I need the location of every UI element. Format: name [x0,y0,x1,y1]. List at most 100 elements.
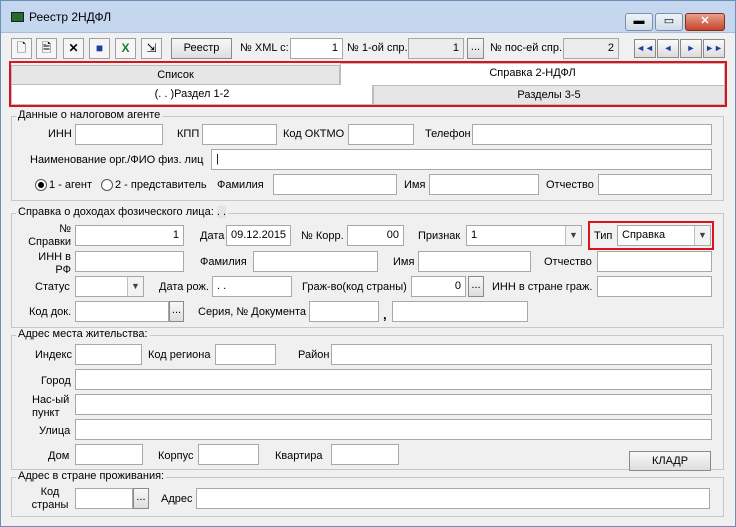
last-record-icon[interactable]: ►► [703,39,725,58]
region-code-label: Код региона [148,349,211,361]
doc-number-input[interactable] [392,301,528,322]
agent-org-name-input[interactable]: | [211,149,712,170]
agent-kpp-label: КПП [177,128,200,140]
citizenship-dots-button[interactable]: ... [468,276,484,297]
doc-code-dots-button[interactable]: ... [169,301,184,322]
doc-series-label: Серия, № Документа [198,306,307,318]
app-icon [11,12,24,22]
flat-label: Квартира [275,450,323,462]
foreign-inn-input[interactable] [597,276,712,297]
person-inn-label: ИНН в РФ [38,251,71,276]
maximize-button[interactable]: ▭ [655,13,683,31]
agent-phone-label: Телефон [425,128,471,140]
next-record-icon[interactable]: ► [680,39,702,58]
correction-label: № Корр. [301,230,344,242]
agent-name-input[interactable] [429,174,539,195]
status-select[interactable]: ▼ [75,276,144,297]
doc-series-input[interactable] [309,301,379,322]
first-record-icon[interactable]: ◄◄ [634,39,656,58]
person-patronymic-label: Отчество [544,256,592,268]
country-code-input[interactable] [75,488,133,509]
person-surname-input[interactable] [253,251,378,272]
person-patronymic-input[interactable] [597,251,712,272]
agent-patronymic-input[interactable] [598,174,712,195]
citizenship-label: Граж-во(код страны) [302,281,407,293]
street-label: Улица [39,425,71,437]
title-bar: Реестр 2НДФЛ ▬ ▭ ✕ [1,1,735,33]
delete-icon[interactable]: ✕ [63,38,84,59]
index-label: Индекс [35,349,72,361]
excel-icon[interactable]: X [115,38,136,59]
export-icon[interactable]: ⇲ [141,38,162,59]
house-input[interactable] [75,444,143,465]
prev-record-icon[interactable]: ◄ [657,39,679,58]
document-icon[interactable]: 🗎 [36,38,57,59]
citizenship-input[interactable]: 0 [411,276,466,297]
xml-label: № XML с: [240,42,289,54]
agent-oktmo-input[interactable] [348,124,414,145]
building-input[interactable] [198,444,259,465]
agent-org-name-label: Наименование орг./ФИО физ. лиц [30,154,204,166]
sign-select-value: 1 [471,229,478,241]
person-inn-input[interactable] [75,251,184,272]
window-title: Реестр 2НДФЛ [29,10,112,24]
representative-radio-label: 2 - представитель [115,179,207,191]
correction-input[interactable]: 00 [347,225,404,246]
close-button[interactable]: ✕ [685,13,725,31]
chevron-down-icon[interactable]: ▼ [565,226,581,245]
district-label: Район [298,349,330,361]
person-name-input[interactable] [418,251,531,272]
foreign-inn-label: ИНН в стране граж. [492,281,593,293]
xml-number-input[interactable]: 1 [290,38,343,59]
region-code-input[interactable] [215,344,276,365]
country-code-label: Код страны [31,486,69,511]
foreign-address-group-title: Адрес в стране проживания: [16,470,167,482]
agent-radio-label: 1 - агент [49,179,93,191]
district-input[interactable] [331,344,712,365]
house-label: Дом [48,450,70,462]
building-label: Корпус [158,450,194,462]
agent-kpp-input[interactable] [202,124,277,145]
representative-radio-button[interactable] [101,179,113,191]
last-spravka-input[interactable]: 2 [563,38,619,59]
doc-code-input[interactable] [75,301,169,322]
agent-group-title: Данные о налоговом агенте [16,109,163,121]
minimize-button[interactable]: ▬ [625,13,653,31]
save-icon[interactable]: ■ [89,38,110,59]
agent-phone-input[interactable] [472,124,712,145]
address-group-title: Адрес места жительства: [16,328,150,340]
new-icon[interactable]: 🗋 [11,38,32,59]
agent-name-label: Имя [404,179,426,191]
doc-comma: , [383,307,387,322]
first-spravka-label: № 1-ой спр. [347,42,408,54]
status-label: Статус [35,281,70,293]
city-input[interactable] [75,369,712,390]
person-group-title-text: Справка о доходах фозического лица: [18,206,214,218]
tabs-highlight [9,61,727,107]
agent-inn-label: ИНН [48,128,72,140]
agent-inn-input[interactable] [75,124,163,145]
chevron-down-icon[interactable]: ▼ [127,277,143,296]
settlement-input[interactable] [75,394,712,415]
person-surname-label: Фамилия [200,256,247,268]
agent-patronymic-label: Отчество [546,179,594,191]
reestr-button[interactable]: Реестр [171,38,232,59]
first-spravka-dots-button[interactable]: ... [467,38,484,59]
date-input[interactable]: 09.12.2015 [226,225,291,246]
agent-surname-input[interactable] [273,174,397,195]
country-code-dots-button[interactable]: ... [133,488,149,509]
street-input[interactable] [75,419,712,440]
birthdate-input[interactable]: . . [212,276,292,297]
sign-select[interactable]: 1 ▼ [466,225,582,246]
person-name-label: Имя [393,256,415,268]
kladr-button[interactable]: КЛАДР [629,451,711,471]
index-input[interactable] [75,344,142,365]
spravka-number-input[interactable]: 1 [75,225,184,246]
main-window: Реестр 2НДФЛ ▬ ▭ ✕ 🗋 🗎 ✕ ■ X ⇲ Реестр № … [0,0,736,527]
agent-radio-button[interactable] [35,179,47,191]
flat-input[interactable] [331,444,399,465]
person-group-title: Справка о доходах фозического лица: . . [16,206,228,218]
first-spravka-input[interactable]: 1 [408,38,464,59]
foreign-address-input[interactable] [196,488,710,509]
birthdate-label: Дата рож. [159,281,209,293]
